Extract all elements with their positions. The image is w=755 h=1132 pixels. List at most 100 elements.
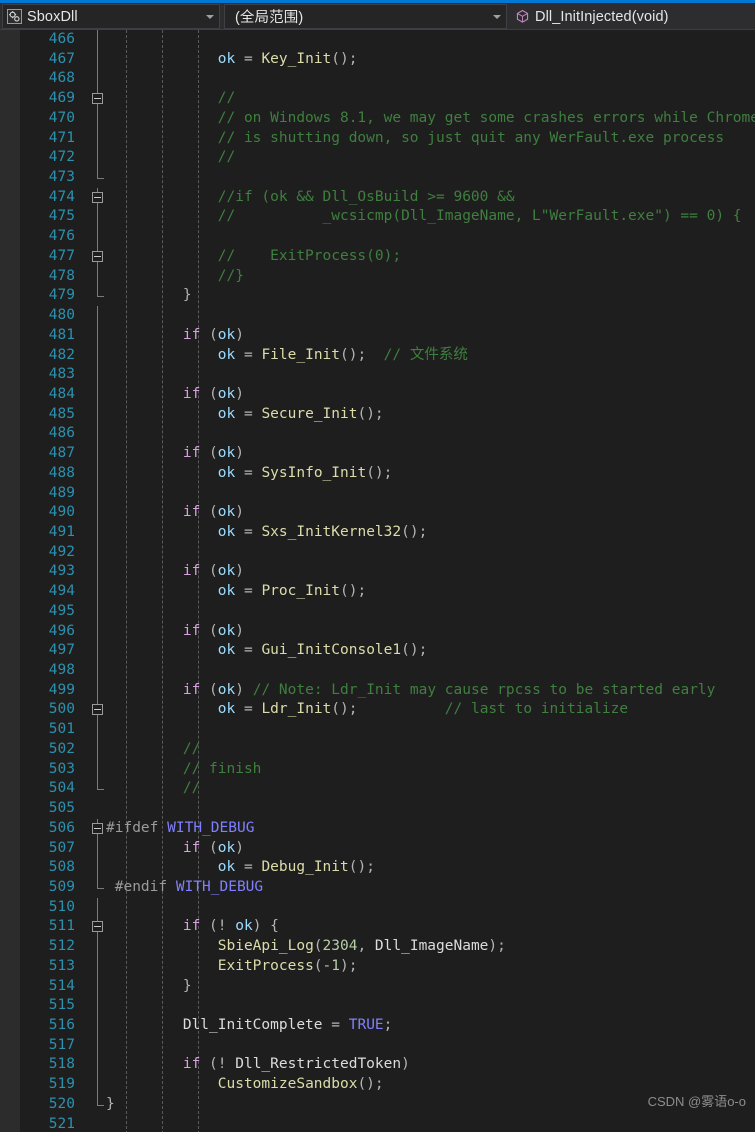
token-cmt: // (113, 740, 201, 757)
code-line[interactable]: 520} (20, 1095, 755, 1115)
code-line[interactable]: 516 Dll_InitComplete = TRUE; (20, 1016, 755, 1036)
code-line[interactable]: 475 // _wcsicmp(Dll_ImageName, L"WerFaul… (20, 207, 755, 227)
token-pun: ( (200, 622, 218, 639)
token-var: ok (235, 918, 253, 935)
code-line[interactable]: 490 if (ok) (20, 503, 755, 523)
token-pun: (); (401, 642, 428, 659)
chevron-down-icon[interactable] (488, 14, 506, 19)
member-selector-value: Dll_InitInjected(void) (535, 8, 669, 25)
token-fn: Debug_Init (261, 859, 349, 876)
token-pun (113, 1056, 183, 1072)
code-line[interactable]: 521 (20, 1115, 755, 1132)
code-line[interactable]: 495 (20, 602, 755, 622)
code-line[interactable]: 466 (20, 30, 755, 50)
code-line[interactable]: 476 (20, 227, 755, 247)
line-number: 501 (48, 721, 75, 738)
code-line[interactable]: 493 if (ok) (20, 562, 755, 582)
code-line[interactable]: 514 } (20, 977, 755, 997)
code-line[interactable]: 500 ok = Ldr_Init(); // last to initiali… (20, 700, 755, 720)
line-text: ok = Gui_InitConsole1(); (113, 641, 428, 661)
code-line[interactable]: 515 (20, 996, 755, 1016)
token-kw: if (182, 918, 201, 935)
code-line[interactable]: 517 (20, 1036, 755, 1056)
code-line[interactable]: 479 } (20, 286, 755, 306)
code-line[interactable]: 467 ok = Key_Init(); (20, 50, 755, 70)
code-line[interactable]: 503 // finish (20, 760, 755, 780)
code-line[interactable]: 488 ok = SysInfo_Init(); (20, 464, 755, 484)
code-line[interactable]: 474 //if (ok && Dll_OsBuild >= 9600 && (20, 188, 755, 208)
token-num: -1 (322, 957, 340, 974)
line-number: 467 (48, 50, 75, 67)
token-cmt: // is shutting down, so just quit any We… (113, 129, 725, 146)
code-line[interactable]: 512 SbieApi_Log(2304, Dll_ImageName); (20, 937, 755, 957)
code-line[interactable]: 492 (20, 543, 755, 563)
code-line[interactable]: 510 (20, 898, 755, 918)
code-line[interactable]: 499 if (ok) // Note: Ldr_Init may cause … (20, 681, 755, 701)
line-number: 471 (48, 129, 75, 146)
code-line[interactable]: 508 ok = Debug_Init(); (20, 858, 755, 878)
code-line[interactable]: 486 (20, 424, 755, 444)
token-fn: Ldr_Init (261, 701, 332, 718)
code-line[interactable]: 478 //} (20, 267, 755, 287)
code-line[interactable]: 509 #endif WITH_DEBUG (20, 878, 755, 898)
line-number: 515 (48, 997, 75, 1014)
code-line[interactable]: 473 (20, 168, 755, 188)
code-line[interactable]: 480 (20, 306, 755, 326)
code-line[interactable]: 483 (20, 365, 755, 385)
code-line[interactable]: 519 CustomizeSandbox(); (20, 1075, 755, 1095)
line-number: 506 (48, 819, 75, 836)
token-fn: Gui_InitConsole1 (261, 642, 402, 659)
token-pun: ) (235, 563, 244, 580)
code-line[interactable]: 481 if (ok) (20, 326, 755, 346)
scope-selector-combobox[interactable]: (全局范围) (224, 4, 507, 29)
editor-surface[interactable]: 466 467 ok = Key_Init(); 468 469 //470 // o… (20, 30, 755, 1132)
code-line[interactable]: 469 // (20, 89, 755, 109)
token-cmt: // last to initialize (444, 701, 629, 718)
line-text: // finish (113, 760, 262, 780)
code-line[interactable]: 494 ok = Proc_Init(); (20, 582, 755, 602)
code-line[interactable]: 487 if (ok) (20, 444, 755, 464)
code-line[interactable]: 507 if (ok) (20, 839, 755, 859)
token-var: ok (217, 405, 236, 422)
code-line[interactable]: 496 if (ok) (20, 622, 755, 642)
code-line[interactable]: 501 (20, 720, 755, 740)
token-pun (113, 1076, 218, 1092)
line-number: 517 (48, 1036, 75, 1053)
chevron-down-icon[interactable] (201, 14, 219, 19)
code-line[interactable]: 518 if (! Dll_RestrictedToken) (20, 1055, 755, 1075)
code-line[interactable]: 489 (20, 484, 755, 504)
line-number: 494 (48, 583, 75, 600)
code-line[interactable]: 498 (20, 661, 755, 681)
code-line[interactable]: 504 // (20, 779, 755, 799)
code-line[interactable]: 506 #ifdef WITH_DEBUG (20, 819, 755, 839)
code-line[interactable]: 471 // is shutting down, so just quit an… (20, 129, 755, 149)
code-line[interactable]: 468 (20, 69, 755, 89)
line-number: 487 (48, 445, 75, 462)
code-editor[interactable]: 466 467 ok = Key_Init(); 468 469 //470 // o… (0, 30, 755, 1132)
code-line[interactable]: 470 // on Windows 8.1, we may get some c… (20, 109, 755, 129)
token-var: ok (217, 701, 236, 718)
line-number: 479 (48, 287, 75, 304)
code-line[interactable]: 485 ok = Secure_Init(); (20, 405, 755, 425)
project-selector-combobox[interactable]: SboxDll (2, 4, 220, 29)
token-kw: if (182, 504, 201, 521)
line-number: 488 (48, 464, 75, 481)
code-line[interactable]: 477 // ExitProcess(0); (20, 247, 755, 267)
code-line[interactable]: 472 // (20, 148, 755, 168)
code-line[interactable]: 491 ok = Sxs_InitKernel32(); (20, 523, 755, 543)
code-line[interactable]: 502 // (20, 740, 755, 760)
code-line[interactable]: 497 ok = Gui_InitConsole1(); (20, 641, 755, 661)
token-pun (167, 879, 176, 895)
code-line[interactable]: 505 (20, 799, 755, 819)
code-line[interactable]: 482 ok = File_Init(); // 文件系统 (20, 346, 755, 366)
code-line[interactable]: 511 if (! ok) { (20, 917, 755, 937)
line-text: } (113, 977, 192, 997)
code-line[interactable]: 513 ExitProcess(-1); (20, 957, 755, 977)
member-selector-combobox[interactable]: Dll_InitInjected(void) (511, 4, 754, 29)
token-id: Dll_RestrictedToken (235, 1056, 402, 1073)
line-text: ExitProcess(-1); (113, 957, 358, 977)
selection-margin[interactable] (0, 30, 20, 1132)
code-line[interactable]: 484 if (ok) (20, 385, 755, 405)
token-cmt: // (113, 149, 236, 166)
token-pun (113, 327, 183, 343)
